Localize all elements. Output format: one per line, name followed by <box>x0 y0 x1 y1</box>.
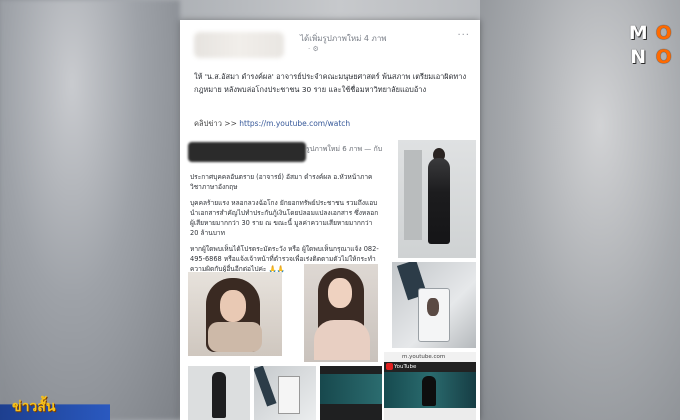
blurred-shared-name <box>188 142 306 162</box>
thumbnail-video[interactable] <box>320 366 382 420</box>
post-privacy-icon: · ⚙ <box>308 45 319 53</box>
post-caption: ให้ 'น.ส.อัสมา ดำรงค์ผล' อาจารย์ประจำคณะ… <box>194 72 467 94</box>
photo-shoulder <box>314 320 370 360</box>
yt-url-bar: m.youtube.com <box>384 352 476 362</box>
thumbnail-row <box>186 366 386 420</box>
thumb-person <box>212 372 226 418</box>
yt-app-bar: YouTube <box>384 362 476 372</box>
photo-youtube-screenshot[interactable]: m.youtube.com YouTube <box>384 352 476 420</box>
photo-badge-face <box>427 298 439 316</box>
photo-door <box>404 150 422 240</box>
news-ticker-text: ข่าวสั้น <box>12 399 56 415</box>
blurred-profile-name <box>194 32 284 58</box>
shared-para-2: บุคคลร้ายแรง หลอกลวงฉ้อโกง ยักยอกทรัพย์ป… <box>190 199 379 237</box>
photo-scarf <box>208 322 262 352</box>
post-header-text: ได้เพิ่มรูปภาพใหม่ 4 ภาพ <box>300 34 387 43</box>
photo-woman-portrait[interactable] <box>304 264 378 362</box>
more-options-icon[interactable]: ··· <box>457 30 470 41</box>
shared-post-header: รูปภาพใหม่ 6 ภาพ — กับ <box>306 145 383 153</box>
yt-info-strip <box>384 408 476 420</box>
photo-face <box>220 290 246 322</box>
facebook-post: ได้เพิ่มรูปภาพใหม่ 4 ภาพ · ⚙ ··· ให้ 'น.… <box>180 20 480 420</box>
logo-letter-n: N <box>630 45 647 68</box>
shared-post: รูปภาพใหม่ 6 ภาพ — กับ ประกาศบุคคลอันตรา… <box>186 140 476 420</box>
clip-link[interactable]: คลิปข่าว >> https://m.youtube.com/watch <box>194 118 350 130</box>
shared-para-1: ประกาศบุคคลอันตราย (อาจารย์) อัสมา ดำรงค… <box>190 173 373 191</box>
photo-person <box>428 158 450 244</box>
thumbnail-card[interactable] <box>254 366 316 420</box>
youtube-logo-icon <box>386 363 393 370</box>
photo-id-card[interactable] <box>392 262 476 348</box>
logo-letter-o2: O <box>655 45 672 68</box>
thumb-video <box>320 374 382 404</box>
thumbnail-man[interactable] <box>188 366 250 420</box>
yt-video-person <box>422 376 436 406</box>
post-header: ได้เพิ่มรูปภาพใหม่ 4 ภาพ · ⚙ ··· <box>190 28 472 58</box>
photo-face <box>328 278 352 308</box>
photo-man-in-suit[interactable] <box>398 140 476 258</box>
thumb-lanyard <box>254 366 277 407</box>
photo-woman-scarf[interactable] <box>188 272 282 356</box>
clip-link-label: คลิปข่าว >> <box>194 119 237 128</box>
background-blur-left <box>0 0 180 420</box>
logo-letter-m: M <box>628 22 648 45</box>
logo-letter-o: O <box>655 22 672 45</box>
mono-channel-logo: M O N O <box>626 22 676 68</box>
clip-link-url[interactable]: https://m.youtube.com/watch <box>239 119 350 128</box>
thumb-card <box>278 376 300 414</box>
